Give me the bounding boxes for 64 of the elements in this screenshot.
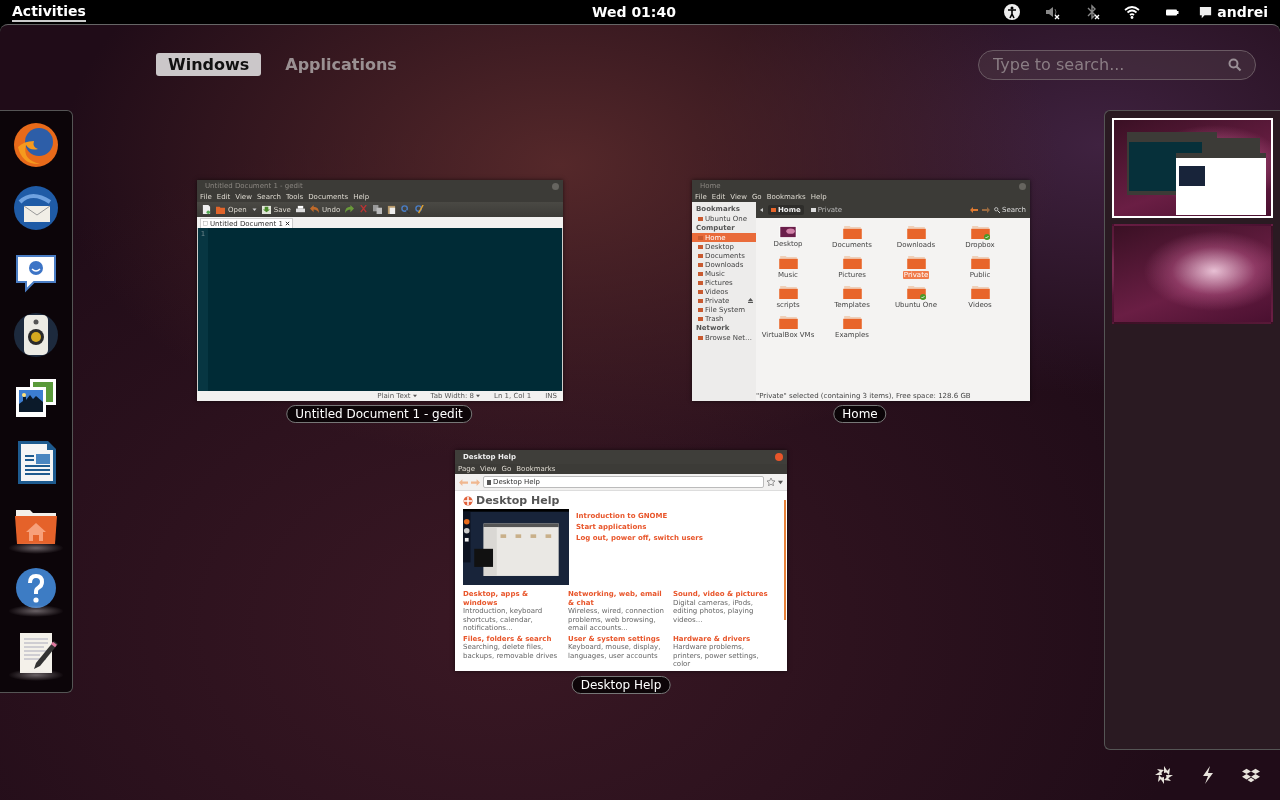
workspace-thumbnail[interactable] <box>1112 118 1273 218</box>
caret-icon[interactable] <box>476 394 480 398</box>
window-caption: Home <box>833 405 887 423</box>
accessibility-icon[interactable] <box>1004 4 1021 20</box>
folder-icon[interactable] <box>778 286 798 299</box>
folder-icon[interactable] <box>906 286 926 299</box>
search-icon[interactable] <box>401 205 411 214</box>
caret-icon[interactable] <box>760 208 764 212</box>
dropbox-icon[interactable] <box>1242 766 1260 784</box>
caret-icon[interactable] <box>251 207 257 212</box>
help-logo-icon <box>463 495 473 506</box>
mail-icon[interactable] <box>12 184 60 233</box>
chat-bubble-icon <box>1198 4 1214 20</box>
eject-icon[interactable] <box>748 298 753 303</box>
folder-icon[interactable] <box>970 226 990 239</box>
save-icon[interactable] <box>261 205 271 214</box>
folder-icon[interactable] <box>906 226 926 239</box>
folder-icon[interactable] <box>778 316 798 329</box>
page-heading: Desktop Help <box>476 494 560 507</box>
check-emblem-icon <box>920 294 926 300</box>
close-button[interactable] <box>775 453 783 461</box>
wifi-icon[interactable] <box>1124 4 1141 20</box>
close-icon[interactable] <box>284 221 290 226</box>
replace-icon[interactable] <box>415 205 425 214</box>
paste-icon[interactable] <box>387 205 397 214</box>
folder-icon[interactable] <box>842 316 862 329</box>
volume-muted-icon[interactable] <box>1044 4 1061 20</box>
globe-icon[interactable] <box>12 121 60 169</box>
check-emblem-icon <box>984 234 990 240</box>
workspace-thumbnail[interactable] <box>1112 224 1273 324</box>
folder-icon[interactable] <box>842 286 862 299</box>
forward-arrow-icon[interactable] <box>981 207 990 213</box>
file-manager-window[interactable] <box>692 180 1030 401</box>
document-icon <box>203 221 208 226</box>
copy-icon[interactable] <box>373 205 383 214</box>
folder-icon[interactable] <box>970 286 990 299</box>
folder-icon[interactable] <box>842 226 862 239</box>
folder-icon[interactable] <box>216 205 225 214</box>
folder-icon[interactable] <box>970 256 990 269</box>
caret-icon[interactable] <box>412 394 417 398</box>
folder-icon[interactable] <box>842 256 862 269</box>
user-menu[interactable]: andrei <box>1198 4 1268 20</box>
window-caption: Desktop Help <box>571 676 671 694</box>
speaker-icon[interactable] <box>12 311 60 360</box>
new-file-icon[interactable] <box>202 205 211 214</box>
view-tab[interactable]: Applications <box>273 53 409 76</box>
bookmark-star-icon[interactable] <box>767 478 775 486</box>
printer-icon[interactable] <box>295 205 305 214</box>
activities-button[interactable]: Activities <box>12 2 86 22</box>
search-icon <box>1228 57 1242 72</box>
caret-icon[interactable] <box>778 479 783 485</box>
back-arrow-icon[interactable] <box>969 207 978 213</box>
aperture-icon[interactable] <box>1154 765 1174 785</box>
folder-icon[interactable] <box>906 256 926 269</box>
search-field[interactable]: Type to search... <box>978 49 1256 80</box>
wallpaper-icon[interactable] <box>779 226 797 238</box>
search-icon <box>993 207 1000 213</box>
help-window[interactable] <box>455 450 787 671</box>
redo-icon[interactable] <box>345 205 355 214</box>
window-caption: Untitled Document 1 - gedit <box>286 405 472 423</box>
folder-icon[interactable] <box>778 256 798 269</box>
undo-icon[interactable] <box>309 205 319 214</box>
view-tab[interactable]: Windows <box>156 53 262 76</box>
clock[interactable]: Wed 01:40 <box>592 4 676 20</box>
